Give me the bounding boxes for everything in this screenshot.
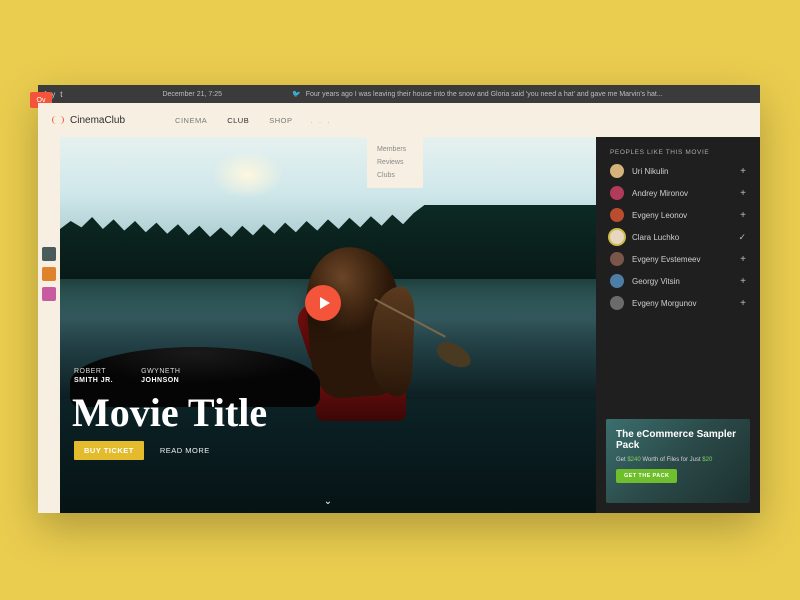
person-row[interactable]: Clara Luchko ✓ [610,230,746,244]
credits: ROBERT SMITH JR. GWYNETH JOHNSON [74,367,180,385]
nav-shop[interactable]: SHOP [269,116,292,125]
header: CinemaClub CINEMA CLUB SHOP . . . Member… [38,103,760,137]
dropdown-clubs[interactable]: Clubs [367,169,423,182]
nav-dropdown: Members Reviews Clubs [367,137,423,188]
more-nav-icon[interactable]: . . . [310,116,331,125]
credit-2: GWYNETH JOHNSON [141,367,180,385]
plus-icon[interactable]: + [740,276,746,287]
tumblr-icon[interactable]: t [60,90,62,99]
person-row[interactable]: Uri Nikulin + [610,164,746,178]
plus-icon[interactable]: + [740,188,746,199]
cta-row: BUY TICKET READ MORE [74,441,210,460]
person-name: Evgeny Morgunov [632,299,696,308]
scroll-down-icon[interactable]: ⌄ [324,496,332,507]
credit-2-last: JOHNSON [141,376,180,385]
nav-cinema[interactable]: CINEMA [175,116,207,125]
credit-1-first: ROBERT [74,367,113,376]
timestamp: December 21, 7:25 [162,91,222,98]
hero-figure [280,241,430,441]
people-list: Uri Nikulin+Andrey Mironov+Evgeny Leonov… [596,164,760,310]
twitter-bird-icon: 🐦 [292,90,301,98]
promo-title: The eCommerce Sampler Pack [616,429,740,451]
person-row[interactable]: Evgeny Evstemeev + [610,252,746,266]
plus-icon[interactable]: + [740,210,746,221]
logo-icon [52,116,64,124]
person-name: Clara Luchko [632,233,679,242]
dropdown-reviews[interactable]: Reviews [367,156,423,169]
sidebar-title: PEOPLES LIKE THIS MOVIE [596,137,760,164]
nav-club[interactable]: CLUB [227,116,249,125]
dropdown-members[interactable]: Members [367,143,423,156]
read-more-link[interactable]: READ MORE [160,446,210,455]
promo-cta-button[interactable]: GET THE PACK [616,469,677,483]
primary-nav: CINEMA CLUB SHOP [175,116,292,125]
person-row[interactable]: Evgeny Morgunov + [610,296,746,310]
person-row[interactable]: Georgy Vitsin + [610,274,746,288]
person-name: Evgeny Leonov [632,211,687,220]
avatar [610,296,624,310]
buy-ticket-button[interactable]: BUY TICKET [74,441,144,460]
app-window: Ov f y t December 21, 7:25 🐦 Four years … [38,85,760,513]
ticker[interactable]: 🐦 Four years ago I was leaving their hou… [292,90,663,98]
ticker-text: Four years ago I was leaving their house… [306,91,663,98]
avatar [610,230,624,244]
plus-icon[interactable]: + [740,254,746,265]
rail-thumb[interactable] [42,267,56,281]
plus-icon[interactable]: + [740,166,746,177]
sidebar: PEOPLES LIKE THIS MOVIE Uri Nikulin+Andr… [596,137,760,513]
top-status-bar: f y t December 21, 7:25 🐦 Four years ago… [38,85,760,103]
person-row[interactable]: Evgeny Leonov + [610,208,746,222]
person-name: Evgeny Evstemeev [632,255,700,264]
thumbnail-rail [38,137,60,513]
avatar [610,252,624,266]
play-button[interactable] [305,285,341,321]
avatar [610,164,624,178]
person-row[interactable]: Andrey Mironov + [610,186,746,200]
avatar [610,208,624,222]
credit-2-first: GWYNETH [141,367,180,376]
rail-thumb[interactable] [42,287,56,301]
promo-card[interactable]: The eCommerce Sampler Pack Get $240 Wort… [606,419,750,503]
person-name: Uri Nikulin [632,167,668,176]
person-name: Georgy Vitsin [632,277,680,286]
avatar [610,186,624,200]
avatar [610,274,624,288]
plus-icon[interactable]: + [740,298,746,309]
check-icon[interactable]: ✓ [738,232,746,243]
main: ROBERT SMITH JR. GWYNETH JOHNSON Movie T… [38,137,760,513]
movie-title: Movie Title [72,389,267,436]
promo-subtitle: Get $240 Worth of Files for Just $20 [616,457,740,463]
credit-1-last: SMITH JR. [74,376,113,385]
hero: ROBERT SMITH JR. GWYNETH JOHNSON Movie T… [60,137,596,513]
rail-thumb[interactable] [42,247,56,261]
person-name: Andrey Mironov [632,189,688,198]
credit-1: ROBERT SMITH JR. [74,367,113,385]
logo[interactable]: CinemaClub [52,115,125,126]
logo-text: CinemaClub [70,115,125,126]
